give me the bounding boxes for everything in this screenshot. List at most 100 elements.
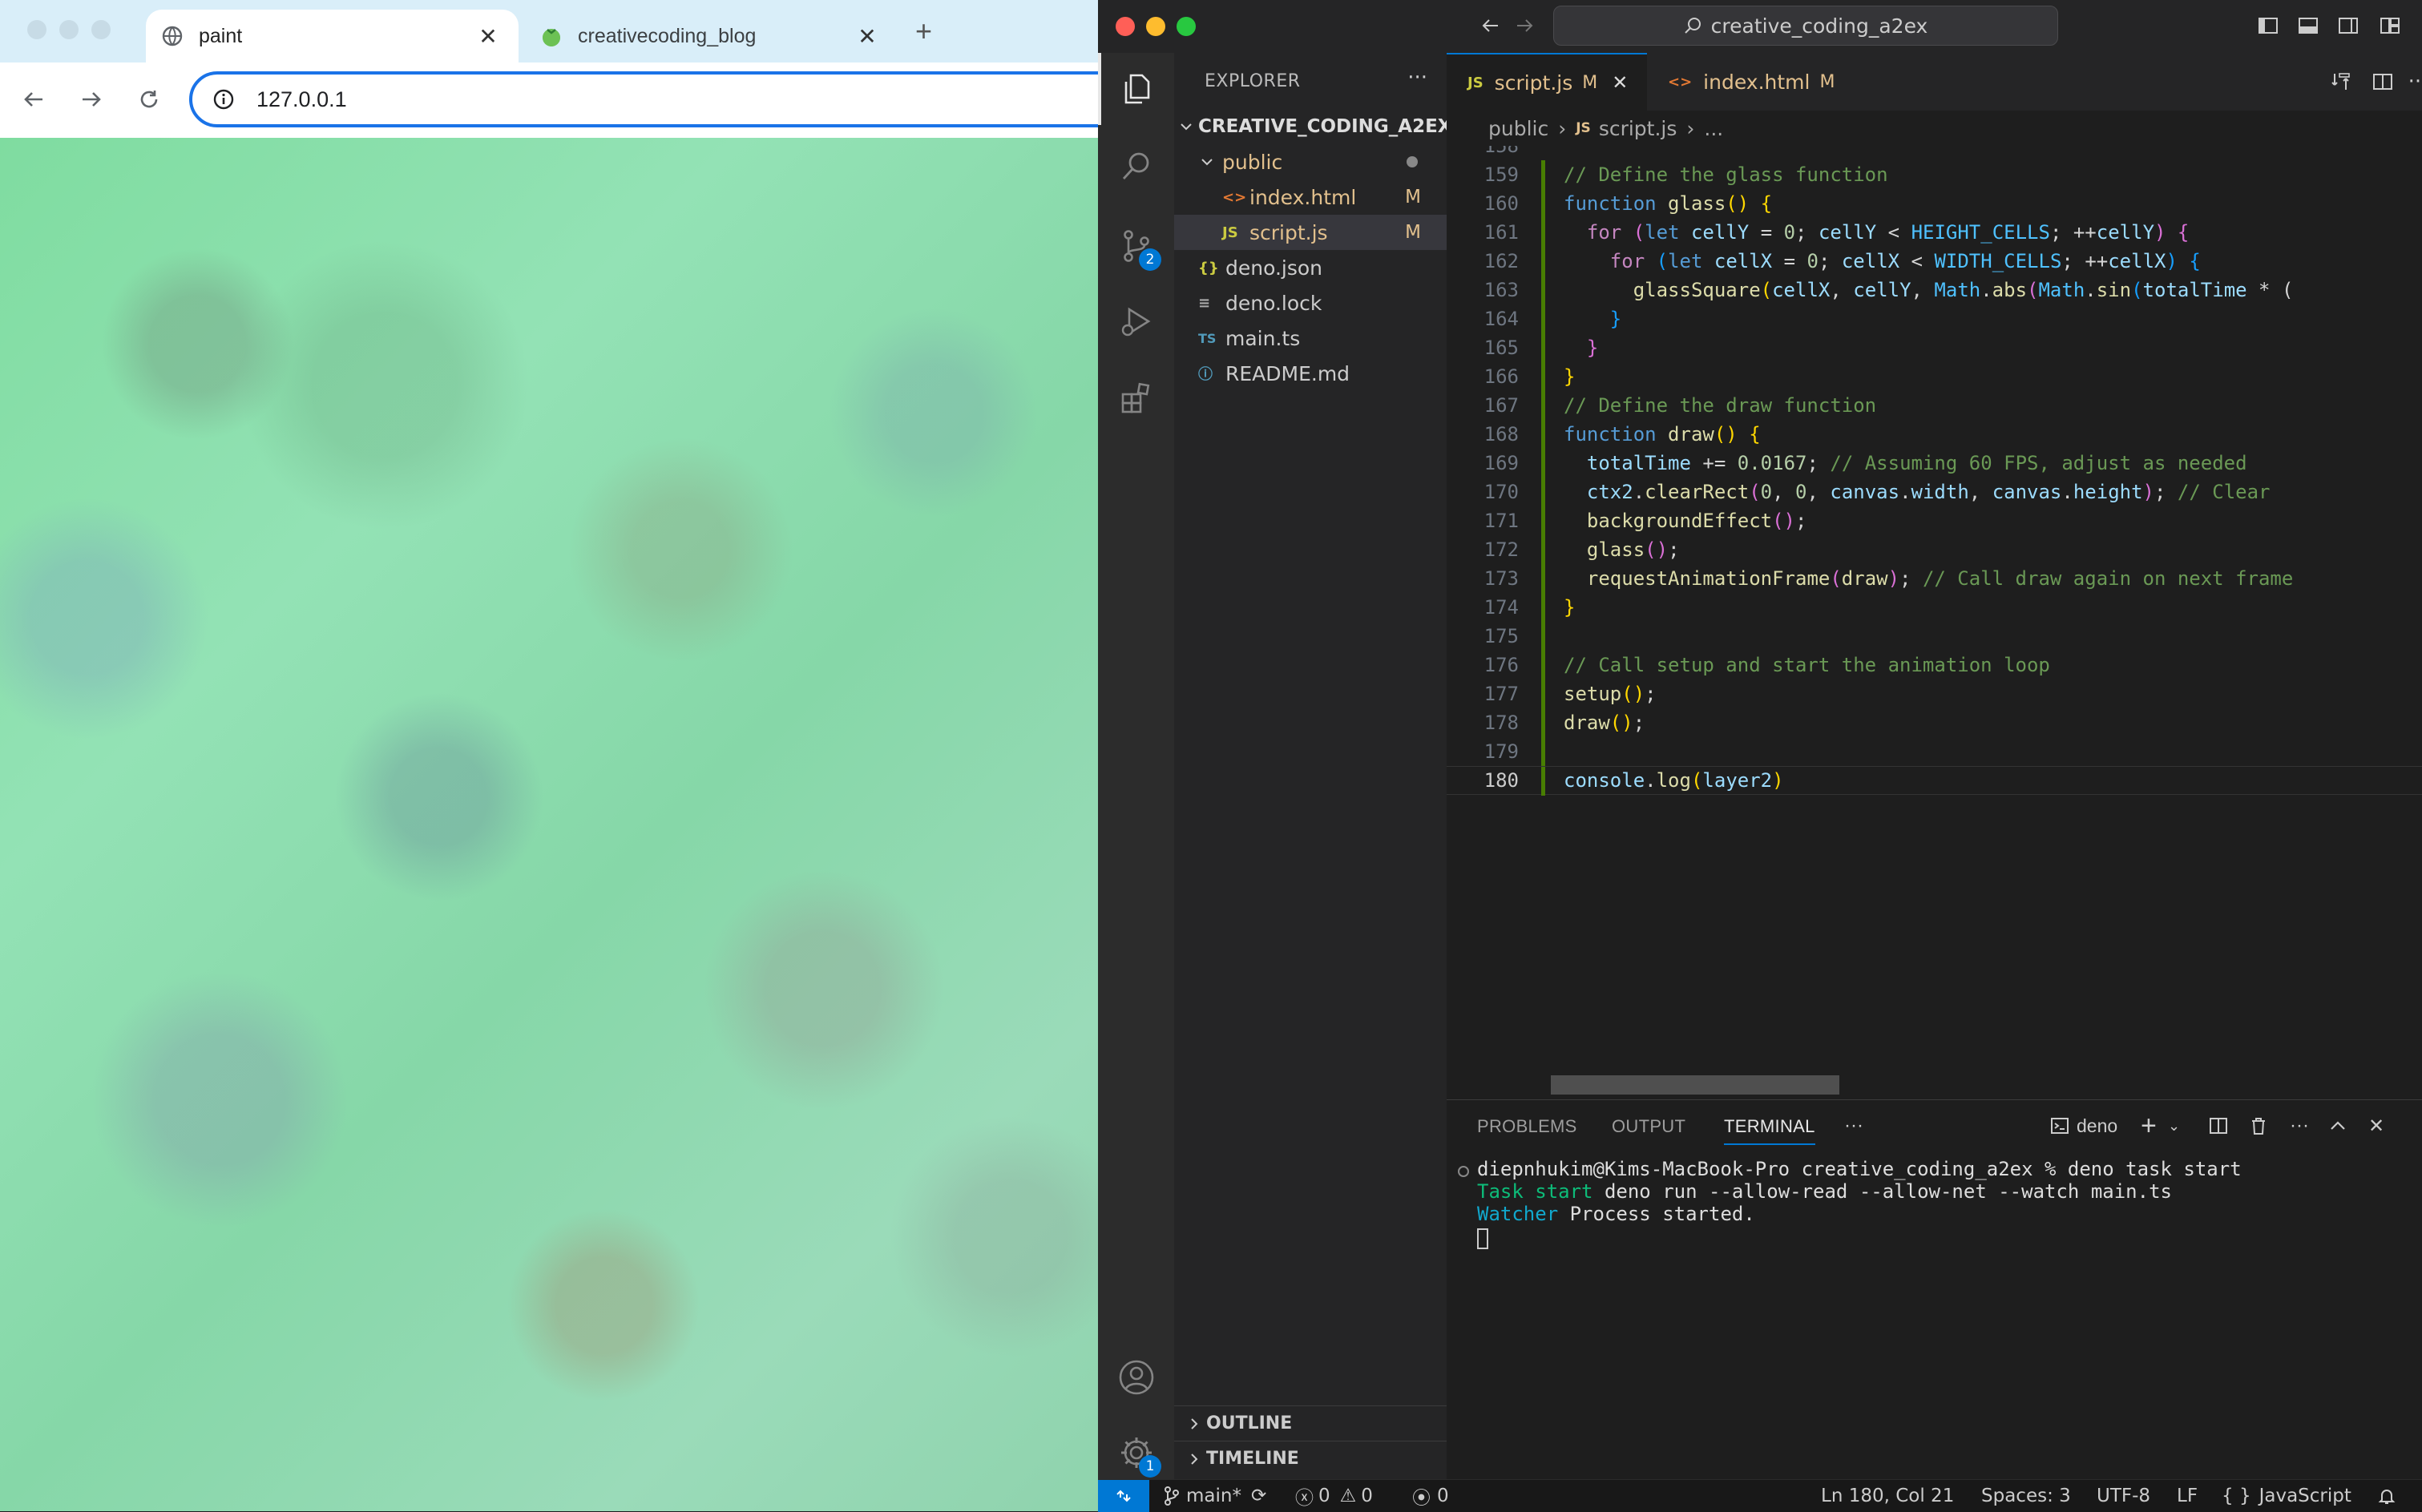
account-icon[interactable] (1098, 1341, 1174, 1413)
browser-tab-blog[interactable]: creativecoding_blog ✕ (533, 10, 898, 62)
more-actions-icon[interactable]: ··· (1844, 1111, 1863, 1140)
chevron-down-icon[interactable]: ⌄ (2168, 1111, 2180, 1140)
notifications-bell-icon[interactable] (2377, 1480, 2396, 1512)
toggle-sidebar-icon[interactable] (2255, 13, 2281, 38)
code-line[interactable]: 168 function draw() { (1447, 420, 2422, 449)
tab-terminal[interactable]: TERMINAL (1724, 1116, 1815, 1145)
extensions-icon[interactable] (1098, 362, 1174, 434)
code-line[interactable]: 165 } (1447, 333, 2422, 362)
language-status[interactable]: { } JavaScript (2222, 1480, 2351, 1512)
code-line[interactable]: 160 function glass() { (1447, 189, 2422, 218)
outline-section[interactable]: OUTLINE (1174, 1405, 1447, 1441)
more-actions-icon[interactable]: ··· (1407, 66, 1427, 90)
close-icon[interactable]: ✕ (472, 23, 504, 50)
editor-tab-script-js[interactable]: JS script.js M ✕ (1447, 53, 1647, 111)
breadcrumb-item[interactable]: ... (1704, 117, 1723, 140)
remote-indicator-icon[interactable] (1098, 1480, 1149, 1512)
code-line[interactable]: 167 // Define the draw function (1447, 391, 2422, 420)
chevron-right-icon (1182, 1453, 1206, 1466)
encoding-status[interactable]: UTF-8 (2097, 1480, 2150, 1512)
close-icon[interactable]: ✕ (2368, 1111, 2384, 1140)
code-line[interactable]: 159 // Define the glass function (1447, 160, 2422, 189)
back-arrow-icon[interactable] (1478, 13, 1504, 38)
ports-status[interactable]: ⦿ 0 (1412, 1480, 1449, 1512)
tab-output[interactable]: OUTPUT (1612, 1116, 1685, 1137)
toggle-panel-icon[interactable] (2295, 13, 2321, 38)
tree-item-main-ts[interactable]: TS main.ts (1174, 321, 1447, 356)
window-zoom-button[interactable] (1177, 17, 1196, 36)
breadcrumb-item[interactable]: public (1488, 117, 1548, 140)
code-line[interactable]: 171 backgroundEffect(); (1447, 506, 2422, 535)
code-line[interactable]: 178 draw(); (1447, 708, 2422, 737)
compare-changes-icon[interactable] (2328, 69, 2354, 95)
explorer-icon[interactable] (1098, 53, 1174, 125)
trash-icon[interactable] (2248, 1111, 2269, 1140)
code-line[interactable]: 175 (1447, 622, 2422, 651)
code-line[interactable]: 172 glass(); (1447, 535, 2422, 564)
editor-tab-index-html[interactable]: <> index.html M (1647, 53, 1855, 111)
forward-arrow-icon[interactable] (1512, 13, 1537, 38)
sync-icon[interactable]: ⟳ (1251, 1486, 1266, 1506)
close-icon[interactable]: ✕ (1612, 71, 1628, 94)
forward-arrow-icon[interactable] (72, 80, 111, 119)
more-actions-icon[interactable]: ··· (2290, 1111, 2309, 1140)
indentation-status[interactable]: Spaces: 3 (1981, 1480, 2071, 1512)
breadcrumb-item[interactable]: script.js (1599, 117, 1677, 140)
code-line[interactable]: 163 glassSquare(cellX, cellY, Math.abs(M… (1447, 276, 2422, 304)
toggle-secondary-sidebar-icon[interactable] (2335, 13, 2361, 38)
new-tab-icon[interactable]: + (915, 14, 932, 48)
run-debug-icon[interactable] (1098, 285, 1174, 357)
browser-tab-paint[interactable]: paint ✕ (146, 10, 519, 62)
tree-item-index-html[interactable]: <> index.html M (1174, 179, 1447, 215)
maximize-panel-icon[interactable] (2328, 1111, 2347, 1140)
code-line[interactable]: 166} (1447, 362, 2422, 391)
tree-item-deno-json[interactable]: {} deno.json (1174, 250, 1447, 285)
code-line[interactable]: 177 setup(); (1447, 679, 2422, 708)
new-terminal-icon[interactable]: + (2141, 1111, 2157, 1141)
code-line[interactable]: 162 for (let cellX = 0; cellX < WIDTH_CE… (1447, 247, 2422, 276)
address-bar[interactable]: 127.0.0.1 (189, 71, 1098, 127)
horizontal-scrollbar-thumb[interactable] (1551, 1075, 1839, 1095)
code-line[interactable]: 176 // Call setup and start the animation… (1447, 651, 2422, 679)
customize-layout-icon[interactable] (2377, 13, 2403, 38)
eol-status[interactable]: LF (2177, 1480, 2198, 1512)
timeline-section[interactable]: TIMELINE (1174, 1441, 1447, 1476)
tree-item-deno-lock[interactable]: ≡ deno.lock (1174, 285, 1447, 321)
branch-status[interactable]: main* ⟳ (1164, 1480, 1266, 1512)
code-line[interactable]: 164 } (1447, 304, 2422, 333)
tab-problems[interactable]: PROBLEMS (1477, 1116, 1577, 1137)
code-editor[interactable]: 158 159 // Define the glass function 160 fun… (1447, 146, 2422, 1098)
code-line[interactable]: 173 requestAnimationFrame(draw); // Call… (1447, 564, 2422, 593)
code-line[interactable]: 161 for (let cellY = 0; cellY < HEIGHT_C… (1447, 218, 2422, 247)
code-line[interactable]: 158 (1447, 146, 2422, 160)
split-editor-icon[interactable] (2370, 69, 2396, 95)
tree-item-readme-md[interactable]: ⓘ README.md (1174, 356, 1447, 391)
search-icon[interactable] (1098, 130, 1174, 202)
code-line[interactable]: 179 (1447, 737, 2422, 766)
cursor-position[interactable]: Ln 180, Col 21 (1821, 1480, 1954, 1512)
code-line[interactable]: 174} (1447, 593, 2422, 622)
workspace-root-folder[interactable]: CREATIVE_CODING_A2EX (1174, 109, 1452, 144)
source-control-icon[interactable]: 2 (1098, 210, 1174, 282)
code-line[interactable]: 180 console.log(layer2) (1447, 766, 2422, 796)
command-center[interactable]: creative_coding_a2ex (1553, 6, 2058, 46)
site-info-icon[interactable] (210, 86, 237, 113)
gear-icon[interactable]: 1 (1098, 1417, 1174, 1489)
paint-canvas[interactable] (0, 138, 1098, 1511)
window-minimize-button[interactable] (59, 20, 79, 39)
problems-status[interactable]: ⓧ 0 ⚠ 0 (1295, 1480, 1373, 1512)
window-minimize-button[interactable] (1146, 17, 1165, 36)
code-line[interactable]: 170 ctx2.clearRect(0, 0, canvas.width, c… (1447, 478, 2422, 506)
tree-item-public[interactable]: public (1174, 144, 1447, 179)
more-actions-icon[interactable]: ··· (2405, 69, 2422, 95)
tree-item-script-js[interactable]: JS script.js M (1174, 215, 1447, 250)
reload-icon[interactable] (130, 80, 168, 119)
close-icon[interactable]: ✕ (851, 23, 883, 50)
code-line[interactable]: 169 totalTime += 0.0167; // Assuming 60 … (1447, 449, 2422, 478)
window-close-button[interactable] (1116, 17, 1135, 36)
terminal-selector[interactable]: deno (2049, 1111, 2117, 1140)
back-arrow-icon[interactable] (14, 80, 53, 119)
window-zoom-button[interactable] (91, 20, 111, 39)
window-close-button[interactable] (27, 20, 46, 39)
split-terminal-icon[interactable] (2208, 1111, 2229, 1140)
